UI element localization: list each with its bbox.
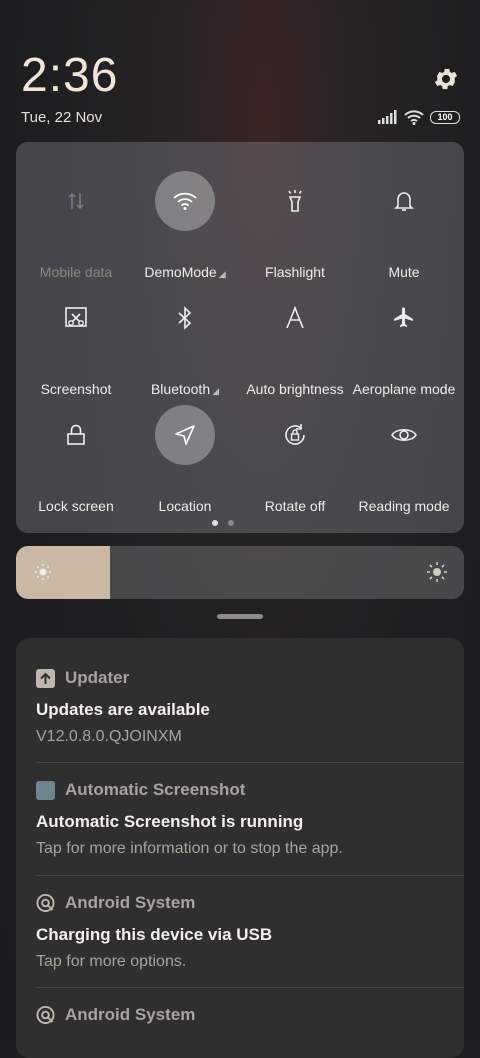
tile-location[interactable]: Location (130, 401, 240, 514)
notification-text: V12.0.8.0.QJOINXM (36, 728, 182, 745)
screenshot-icon (46, 288, 106, 348)
wifi-icon (404, 109, 424, 125)
divider (36, 987, 464, 988)
tile-rotate-off[interactable]: Rotate off (240, 401, 350, 514)
tile-mobile-data[interactable]: Mobile data (21, 167, 131, 280)
notification-app-name: Automatic Screenshot (65, 780, 246, 799)
wifi-icon (155, 171, 215, 231)
clock[interactable]: 2:36 (21, 48, 118, 103)
tile-label: Screenshot (40, 381, 112, 397)
tile-label: Auto brightness (246, 381, 344, 397)
tile-screenshot[interactable]: Screenshot (21, 284, 131, 397)
page-dot[interactable] (228, 520, 234, 526)
notification-title: Automatic Screenshot is running (36, 812, 304, 831)
signal-icon (378, 110, 397, 124)
brightness-low-icon (35, 564, 51, 580)
tile-label: Location (158, 498, 212, 514)
brightness-fill (16, 546, 111, 599)
status-bar: 2:36 Tue, 22 Nov 100 (0, 0, 480, 140)
app-square-icon (36, 780, 55, 800)
tile-bluetooth[interactable]: Bluetooth ◢ (130, 284, 240, 397)
bell-icon (374, 171, 434, 231)
notification-text: Tap for more options. (36, 953, 187, 970)
gear-icon[interactable] (432, 65, 460, 93)
expand-triangle-icon: ◢ (212, 386, 220, 396)
tile-aeroplane-mode[interactable]: Aeroplane mode (349, 284, 459, 397)
page-indicator (212, 520, 234, 526)
expand-triangle-icon: ◢ (218, 269, 226, 279)
drag-handle[interactable] (217, 614, 263, 619)
android-system-icon (36, 1005, 55, 1025)
tile-demomode[interactable]: DemoMode ◢ (130, 167, 240, 280)
tile-reading-mode[interactable]: Reading mode (349, 401, 459, 514)
notification-app-name: Updater (65, 668, 130, 687)
notification-app-name: Android System (65, 893, 196, 912)
brightness-high-icon (427, 562, 447, 582)
system-icons: 100 (378, 108, 460, 126)
date[interactable]: Tue, 22 Nov (21, 109, 102, 126)
android-system-icon (36, 893, 55, 913)
tile-label: Mobile data (39, 264, 113, 280)
tile-label: DemoMode (144, 264, 217, 280)
notification-title: Charging this device via USB (36, 925, 273, 944)
lock-icon (46, 405, 106, 465)
notification-app-name: Android System (65, 1005, 196, 1024)
rotate-icon (265, 405, 325, 465)
page-dot-active[interactable] (212, 520, 218, 526)
tile-lock-screen[interactable]: Lock screen (21, 401, 131, 514)
airplane-icon (374, 288, 434, 348)
tile-label: Aeroplane mode (352, 381, 456, 397)
tile-label: Reading mode (358, 498, 450, 514)
location-icon (155, 405, 215, 465)
divider (36, 875, 464, 876)
battery-icon: 100 (430, 110, 460, 124)
tile-label: Rotate off (264, 498, 326, 514)
tile-flashlight[interactable]: Flashlight (240, 167, 350, 280)
tile-label: Lock screen (38, 498, 114, 514)
tile-label: Flashlight (265, 264, 325, 280)
upload-icon (36, 668, 55, 688)
tile-label: Mute (388, 264, 420, 280)
quick-settings-panel: Mobile data DemoMode ◢ Flashlight Mute Sc… (16, 142, 464, 533)
tile-label: Bluetooth (150, 381, 211, 397)
mobile-data-icon (46, 171, 106, 231)
notification-title: Updates are available (36, 700, 210, 719)
tile-auto-brightness[interactable]: Auto brightness (240, 284, 350, 397)
auto-brightness-icon (265, 288, 325, 348)
tile-mute[interactable]: Mute (349, 167, 459, 280)
eye-icon (374, 405, 434, 465)
notification-list: Updater Updates are available V12.0.8.0.… (16, 638, 464, 1058)
divider (36, 762, 464, 763)
notification-text: Tap for more information or to stop the … (36, 840, 343, 857)
bluetooth-icon (155, 288, 215, 348)
brightness-slider[interactable] (16, 546, 464, 599)
flashlight-icon (265, 171, 325, 231)
